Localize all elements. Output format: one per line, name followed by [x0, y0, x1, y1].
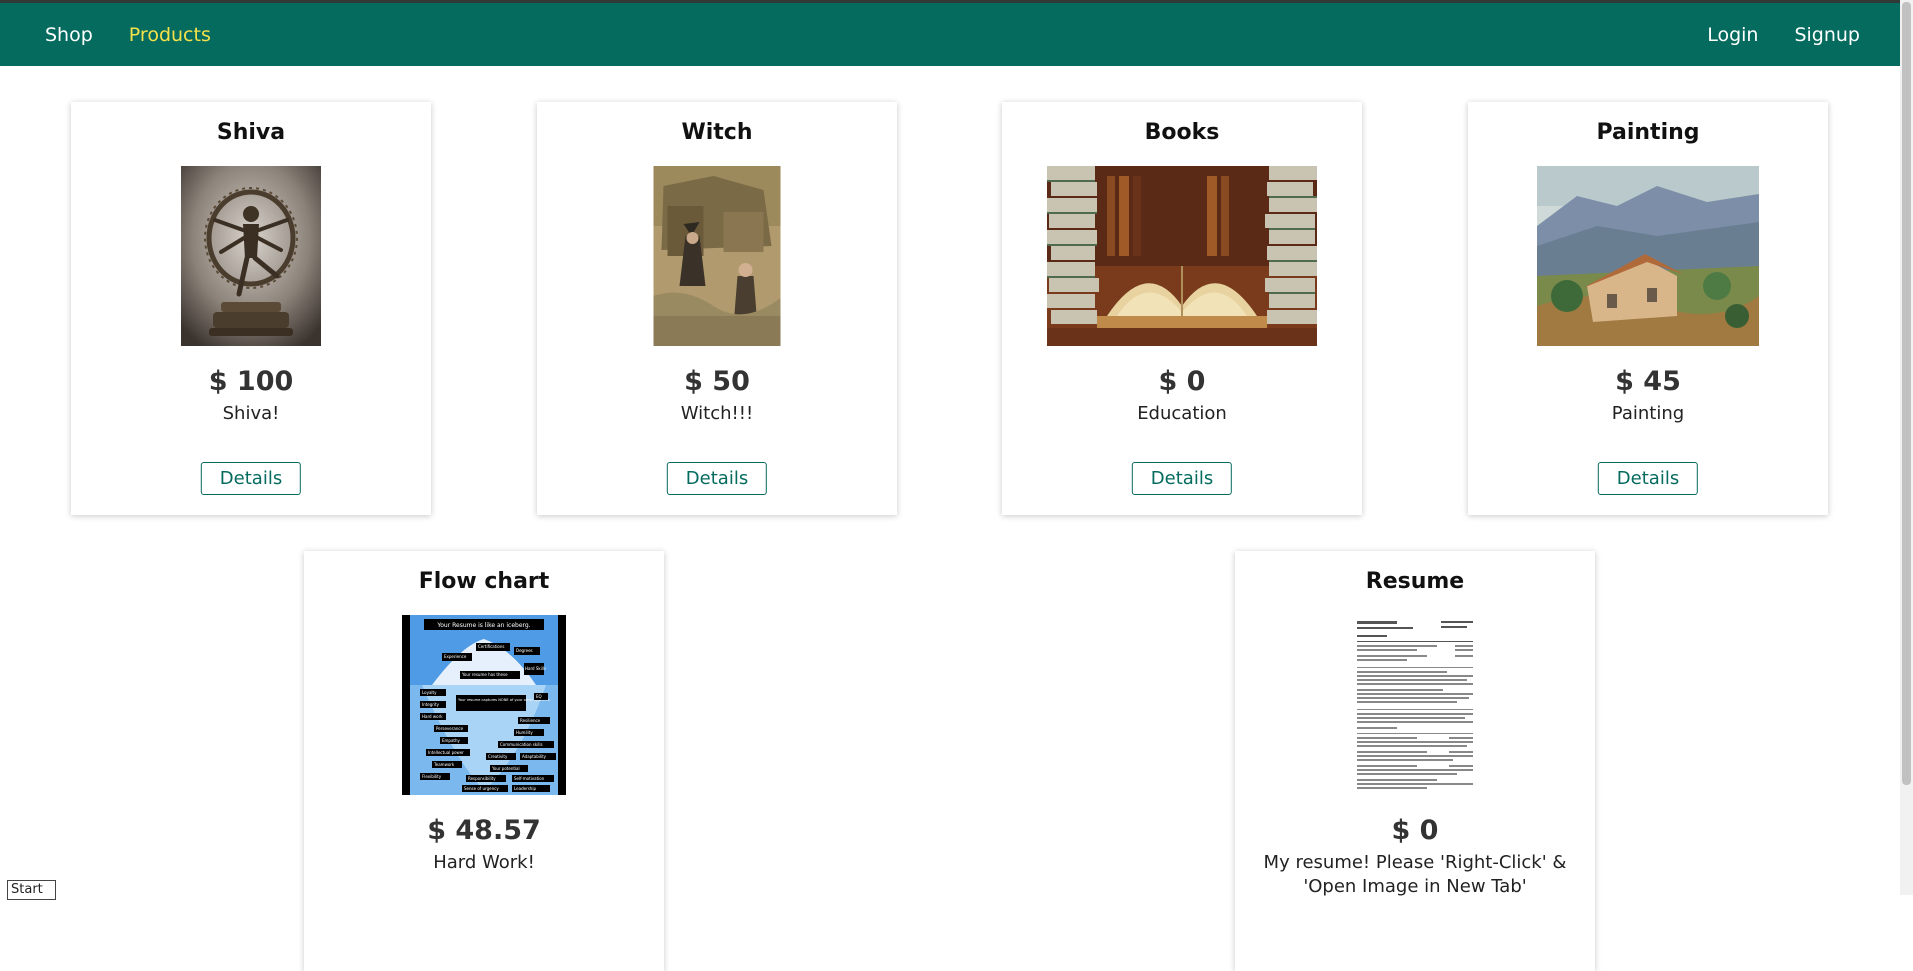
product-card-shiva: Shiva $ 100 Shiva! Details: [71, 102, 431, 515]
product-image-books[interactable]: [1047, 166, 1317, 346]
product-title: Flow chart: [418, 569, 550, 594]
product-title: Painting: [1596, 120, 1700, 145]
iceberg-label: Flexibility: [422, 774, 442, 779]
product-description: Education: [1137, 403, 1227, 424]
product-card-books: Books $ 0 Education Details: [1002, 102, 1362, 515]
nav-login-link[interactable]: Login: [1707, 24, 1758, 46]
iceberg-label: Teamwork: [433, 762, 455, 767]
iceberg-label: Sense of urgency: [464, 786, 499, 791]
product-price: $ 0: [1158, 366, 1206, 397]
product-price: $ 0: [1391, 815, 1439, 846]
product-description: Witch!!!: [680, 403, 754, 424]
nav-products-link[interactable]: Products: [129, 24, 211, 46]
iceberg-label: EQ: [536, 694, 542, 699]
iceberg-label: Intellectual power: [428, 750, 464, 755]
product-price: $ 48.57: [427, 815, 541, 846]
details-button[interactable]: Details: [666, 462, 768, 495]
product-description: Painting: [1611, 403, 1685, 424]
iceberg-label: Integrity: [422, 702, 440, 707]
iceberg-label: Loyalty: [422, 690, 437, 695]
product-price: $ 50: [684, 366, 750, 397]
iceberg-label: Creativity: [488, 754, 508, 759]
product-image-painting[interactable]: [1537, 166, 1759, 346]
iceberg-label: Hard Skills: [525, 666, 546, 671]
iceberg-label: Leadership: [514, 786, 536, 791]
iceberg-label: Hard work: [422, 714, 443, 719]
product-card-flow-chart: Flow chart Your Resume is like an iceber…: [304, 551, 664, 971]
details-button[interactable]: Details: [1597, 462, 1699, 495]
iceberg-label: Adaptability: [522, 754, 547, 759]
iceberg-label: Your potential: [491, 766, 520, 771]
product-image-flow-chart[interactable]: Your Resume is like an iceberg. Certific…: [402, 615, 566, 795]
nav-right-group: Login Signup: [1707, 3, 1860, 66]
iceberg-label: Experience: [444, 654, 467, 659]
product-title: Shiva: [216, 120, 286, 145]
scrollbar-thumb[interactable]: [1902, 2, 1911, 785]
iceberg-label: Perseverance: [436, 726, 464, 731]
details-button[interactable]: Details: [200, 462, 302, 495]
product-description: Shiva!: [222, 403, 280, 424]
iceberg-label: Communication skills: [500, 742, 543, 747]
iceberg-label: Humility: [516, 730, 533, 735]
iceberg-label: Resilience: [520, 718, 541, 723]
product-card-witch: Witch $ 50 Witch!!! Details: [537, 102, 897, 515]
product-title: Resume: [1365, 569, 1465, 594]
top-navbar: Shop Products Login Signup: [0, 3, 1900, 66]
product-price: $ 45: [1615, 366, 1681, 397]
nav-left-group: Shop Products: [45, 3, 211, 66]
iceberg-heading: Your Resume is like an iceberg.: [436, 622, 530, 629]
product-title: Witch: [681, 120, 753, 145]
product-card-resume: Resume $ 0 My resume! Please 'Right-Clic…: [1235, 551, 1595, 971]
product-image-witch[interactable]: [653, 166, 781, 346]
iceberg-label: Self-motivation: [514, 776, 545, 781]
product-card-painting: Painting $ 45 Painting Details: [1468, 102, 1828, 515]
product-description: Hard Work!: [433, 852, 535, 873]
product-image-shiva[interactable]: [181, 166, 321, 346]
details-button[interactable]: Details: [1131, 462, 1233, 495]
start-button[interactable]: Start: [7, 880, 56, 900]
iceberg-label: Certifications: [478, 644, 505, 649]
product-price: $ 100: [208, 366, 294, 397]
iceberg-label: Responsibility: [468, 776, 496, 781]
nav-shop-link[interactable]: Shop: [45, 24, 93, 46]
iceberg-label: Degrees: [516, 648, 533, 653]
iceberg-label: Your resume has these: [461, 672, 508, 677]
product-description: My resume! Please 'Right-Click' & 'Open …: [1263, 852, 1567, 897]
nav-signup-link[interactable]: Signup: [1794, 24, 1860, 46]
iceberg-label: Empathy: [442, 738, 461, 743]
product-image-resume[interactable]: [1345, 615, 1485, 795]
product-title: Books: [1144, 120, 1220, 145]
